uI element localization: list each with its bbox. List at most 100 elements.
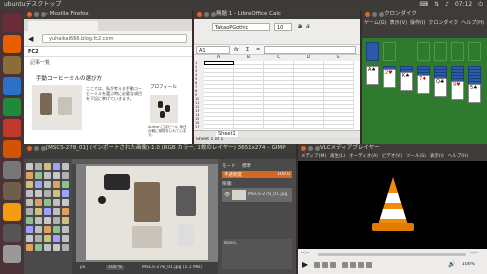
launcher-gimp-icon[interactable] bbox=[3, 182, 21, 200]
close-icon[interactable] bbox=[27, 12, 32, 17]
tool-icon[interactable] bbox=[44, 235, 51, 242]
gimp-titlebar[interactable]: [MSCS-278_01] (インポートされた画像)-1.0 (RGB カラー,… bbox=[24, 144, 296, 153]
volume-icon[interactable]: 🔊 bbox=[448, 261, 455, 268]
card-faceup[interactable]: 2♥ bbox=[383, 69, 396, 88]
fullscreen-button[interactable] bbox=[342, 262, 348, 268]
tool-icon[interactable] bbox=[26, 226, 33, 233]
tool-icon[interactable] bbox=[44, 226, 51, 233]
close-icon[interactable] bbox=[27, 146, 32, 151]
tool-icon[interactable] bbox=[35, 172, 42, 179]
card-faceup[interactable]: K♠ bbox=[400, 72, 413, 91]
tool-icon[interactable] bbox=[62, 226, 69, 233]
previous-button[interactable] bbox=[314, 262, 320, 268]
tool-icon[interactable] bbox=[62, 244, 69, 251]
maximize-icon[interactable] bbox=[41, 12, 46, 17]
tool-icon[interactable] bbox=[26, 190, 33, 197]
card-faceup[interactable]: 7♦ bbox=[417, 75, 430, 94]
minimize-icon[interactable] bbox=[204, 12, 209, 17]
tool-icon[interactable] bbox=[35, 235, 42, 242]
tool-icon[interactable] bbox=[35, 199, 42, 206]
tool-icon[interactable] bbox=[62, 235, 69, 242]
next-button[interactable] bbox=[330, 262, 336, 268]
power-icon[interactable]: ⏻ bbox=[478, 0, 483, 10]
launcher-libreoffice-writer-icon[interactable] bbox=[3, 77, 21, 95]
volume-icon[interactable]: ♪ bbox=[445, 0, 449, 10]
name-box[interactable]: A1 bbox=[196, 46, 230, 54]
close-icon[interactable] bbox=[301, 146, 306, 151]
launcher-files-icon[interactable] bbox=[3, 56, 21, 74]
close-icon[interactable] bbox=[197, 12, 202, 17]
foundation-3[interactable] bbox=[451, 42, 464, 61]
tool-icon[interactable] bbox=[26, 163, 33, 170]
stop-button[interactable] bbox=[322, 262, 328, 268]
tool-icon[interactable] bbox=[44, 244, 51, 251]
tool-icon[interactable] bbox=[26, 208, 33, 215]
vlc-video-area[interactable] bbox=[298, 161, 487, 249]
solitaire-menu-item[interactable]: 表示(V) bbox=[390, 19, 407, 28]
tool-icon[interactable] bbox=[62, 172, 69, 179]
spreadsheet-grid[interactable]: A B C D E 1 2 3 4 5 6 7 8 9 10 11 12 13 14 15 16 17 bbox=[194, 55, 360, 130]
solitaire-titlebar[interactable]: クロンダイク bbox=[362, 10, 487, 19]
tool-icon[interactable] bbox=[35, 208, 42, 215]
seek-bar[interactable] bbox=[318, 253, 466, 256]
column-header[interactable]: A bbox=[217, 55, 220, 60]
tool-icon[interactable] bbox=[44, 208, 51, 215]
card-faceup[interactable]: 9♥ bbox=[451, 81, 464, 100]
card-faceup[interactable]: A♠ bbox=[366, 66, 379, 85]
minimize-icon[interactable] bbox=[34, 12, 39, 17]
mode-select[interactable]: 標準 bbox=[242, 163, 251, 169]
tool-icon[interactable] bbox=[53, 163, 60, 170]
foundation-2[interactable] bbox=[434, 42, 447, 61]
tool-icon[interactable] bbox=[62, 199, 69, 206]
foundation-1[interactable] bbox=[417, 42, 430, 61]
function-wizard-button[interactable]: fx bbox=[234, 47, 239, 53]
playlist-button[interactable] bbox=[350, 262, 356, 268]
launcher-software-center-icon[interactable] bbox=[3, 140, 21, 158]
minimize-icon[interactable] bbox=[34, 146, 39, 151]
cell[interactable] bbox=[324, 125, 354, 129]
tool-icon[interactable] bbox=[26, 172, 33, 179]
tool-icon[interactable] bbox=[53, 226, 60, 233]
tool-icon[interactable] bbox=[26, 244, 33, 251]
firefox-tab[interactable] bbox=[28, 21, 98, 31]
waste-pile[interactable] bbox=[383, 42, 396, 61]
tool-icon[interactable] bbox=[62, 208, 69, 215]
launcher-dash-home-icon[interactable] bbox=[3, 14, 21, 32]
tool-icon[interactable] bbox=[35, 190, 42, 197]
solitaire-menu-item[interactable]: クロンダイク bbox=[428, 19, 458, 28]
post-title[interactable]: 手動コーヒーミルの選び方 bbox=[36, 74, 102, 82]
solitaire-menu-item[interactable]: ゲーム(G) bbox=[364, 19, 387, 28]
units-select[interactable]: px bbox=[80, 265, 86, 270]
tool-icon[interactable] bbox=[44, 199, 51, 206]
shuffle-button[interactable] bbox=[366, 262, 372, 268]
vlc-menu-item[interactable]: 再生(L) bbox=[330, 153, 345, 161]
stock-pile[interactable] bbox=[366, 42, 379, 61]
column-header[interactable]: B bbox=[247, 55, 250, 60]
minimize-icon[interactable] bbox=[372, 12, 377, 17]
maximize-icon[interactable] bbox=[379, 12, 384, 17]
maximize-icon[interactable] bbox=[315, 146, 320, 151]
active-cell[interactable] bbox=[204, 61, 234, 65]
tool-icon[interactable] bbox=[26, 217, 33, 224]
launcher-games-icon[interactable] bbox=[3, 224, 21, 242]
tool-icon[interactable] bbox=[53, 217, 60, 224]
sum-button[interactable]: Σ bbox=[246, 47, 249, 53]
vlc-menu-item[interactable]: メディア(M) bbox=[301, 153, 326, 161]
zoom-select[interactable]: 100 % bbox=[106, 265, 125, 270]
layer-name[interactable]: MSCS-278_01.jpg bbox=[248, 192, 287, 197]
foundation-4[interactable] bbox=[468, 42, 481, 61]
tool-icon[interactable] bbox=[53, 208, 60, 215]
vlc-menu-item[interactable]: ヘルプ(H) bbox=[448, 153, 468, 161]
tool-icon[interactable] bbox=[53, 190, 60, 197]
tool-icon[interactable] bbox=[53, 235, 60, 242]
launcher-trash-icon[interactable] bbox=[3, 245, 21, 263]
solitaire-menu-item[interactable]: 操作(I) bbox=[410, 19, 425, 28]
tool-icon[interactable] bbox=[44, 172, 51, 179]
tool-icon[interactable] bbox=[44, 181, 51, 188]
solitaire-menu-item[interactable]: ヘルプ(H) bbox=[461, 19, 484, 28]
tool-icon[interactable] bbox=[62, 190, 69, 197]
calc-titlebar[interactable]: 無題 1 - LibreOffice Calc bbox=[194, 10, 360, 19]
column-header[interactable]: E bbox=[337, 55, 340, 60]
launcher-libreoffice-impress-icon[interactable] bbox=[3, 119, 21, 137]
tool-icon[interactable] bbox=[26, 181, 33, 188]
